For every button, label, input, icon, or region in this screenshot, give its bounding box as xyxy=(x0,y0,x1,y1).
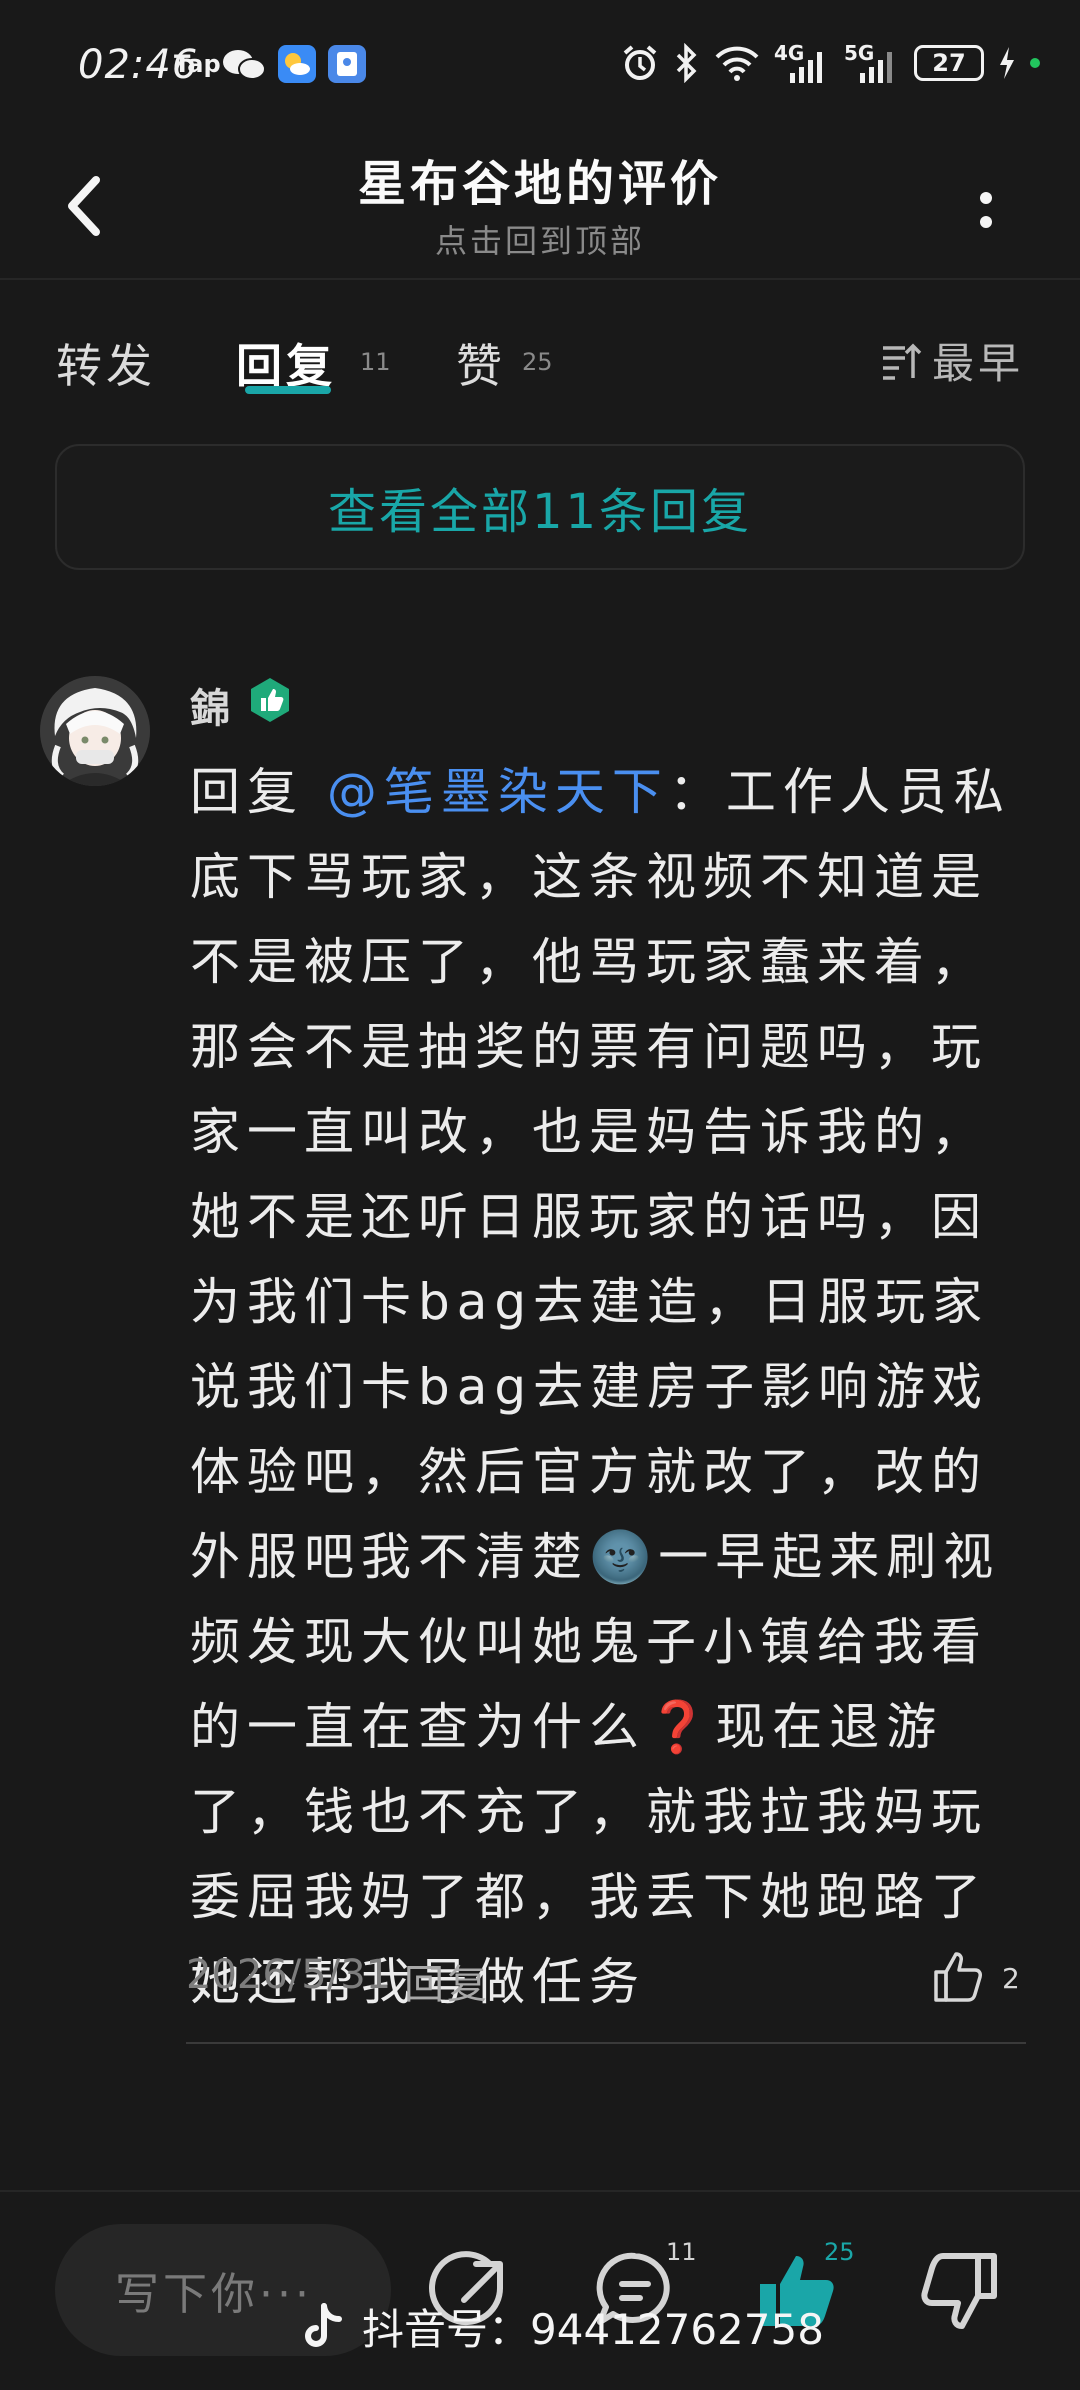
bluetooth-icon xyxy=(676,43,697,83)
app-shortcut-icon xyxy=(328,45,366,83)
tap-app-icon: Tap xyxy=(174,50,221,78)
comment-text: 回复 @笔墨染天下：工作人员私底下骂玩家，这条视频不知道是不是被压了，他骂玩家蠢… xyxy=(190,750,1030,2025)
more-options-icon[interactable] xyxy=(966,170,1006,250)
comment-date: 2026/5/31 xyxy=(186,1952,392,1998)
top-header: 星布谷地的评价 点击回到顶部 xyxy=(0,130,1080,280)
battery-icon: 27 xyxy=(914,45,984,81)
reply-button[interactable]: 回复 xyxy=(404,1952,490,2010)
comment-like-count: 2 xyxy=(1002,1962,1020,1995)
douyin-watermark: 抖音号：94412762758 xyxy=(300,2296,824,2357)
sort-label: 最早 xyxy=(932,339,1025,388)
comment-text-part1: ：工作人员私底下骂玩家，这条视频不知道是不是被压了，他骂玩家蠢来着，那会不是抽奖… xyxy=(190,763,1011,1586)
charging-icon xyxy=(1000,47,1014,79)
tab-like[interactable]: 赞 xyxy=(456,330,506,396)
wifi-icon xyxy=(715,46,759,81)
avatar[interactable] xyxy=(40,676,150,786)
view-all-replies-button[interactable]: 查看全部11条回复 xyxy=(55,444,1025,570)
moon-face-emoji: 🌚 xyxy=(589,1528,659,1586)
signal-4g-icon: 4G xyxy=(774,41,830,83)
status-bar: 02:46 Tap 4G 5G 27 xyxy=(0,0,1080,130)
tab-forward[interactable]: 转发 xyxy=(56,330,156,396)
tab-reply-count: 11 xyxy=(360,348,391,376)
scroll-to-top-hint[interactable]: 点击回到顶部 xyxy=(0,216,1080,262)
status-indicators: 4G 5G 27 xyxy=(620,38,1040,88)
sort-icon xyxy=(883,343,922,380)
tab-like-count: 25 xyxy=(522,348,553,376)
tab-active-indicator xyxy=(245,386,331,394)
comment-count: 11 xyxy=(666,2238,697,2266)
dislike-icon[interactable] xyxy=(912,2246,1002,2336)
signal-5g-icon: 5G xyxy=(844,41,900,83)
battery-level: 27 xyxy=(932,49,966,77)
question-mark-emoji: ❓ xyxy=(646,1698,716,1756)
comment-username[interactable]: 錦 xyxy=(190,676,230,734)
privacy-indicator-dot xyxy=(1030,58,1040,68)
like-icon[interactable] xyxy=(930,1946,990,2006)
user-badge-icon xyxy=(251,678,289,722)
sort-button[interactable]: 最早 xyxy=(880,330,1024,391)
page-title[interactable]: 星布谷地的评价 xyxy=(0,144,1080,214)
reply-prefix: 回复 xyxy=(190,763,327,821)
like-total-count: 25 xyxy=(824,2238,855,2266)
douyin-logo-icon xyxy=(305,2302,342,2347)
douyin-id: 抖音号：94412762758 xyxy=(362,2305,824,2354)
mention-link[interactable]: @笔墨染天下 xyxy=(327,763,669,821)
weather-icon xyxy=(278,45,316,83)
divider xyxy=(186,2042,1026,2044)
alarm-icon xyxy=(623,45,657,80)
wechat-icon xyxy=(223,50,266,80)
